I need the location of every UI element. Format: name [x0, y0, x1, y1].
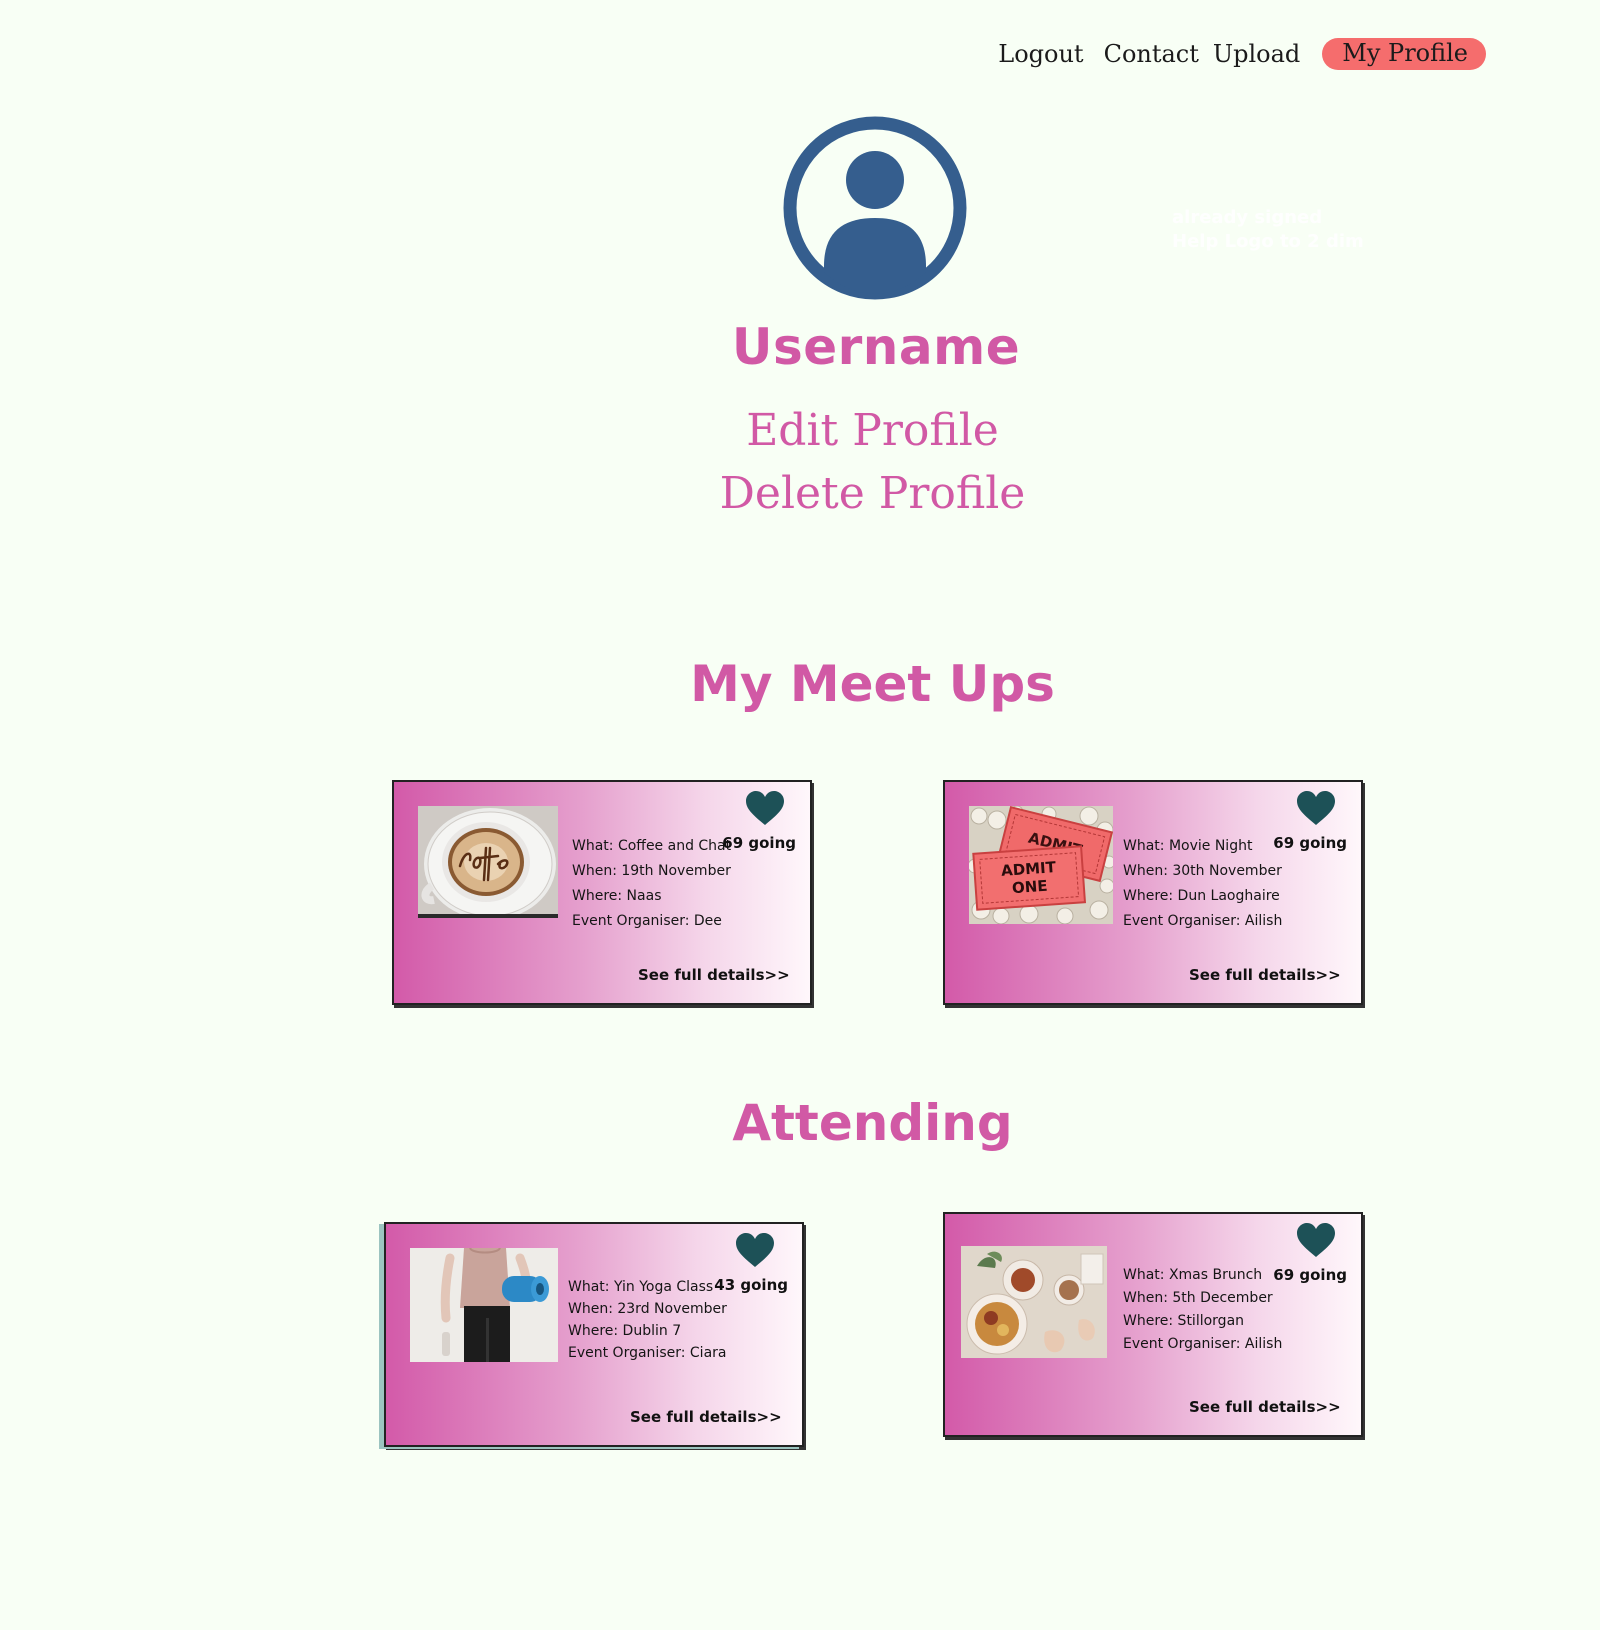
meetup-organiser: Event Organiser: Dee	[572, 913, 722, 929]
nav-upload-link[interactable]: Upload	[1213, 40, 1300, 68]
meetup-where: Where: Naas	[572, 888, 662, 904]
heart-icon[interactable]	[735, 1233, 775, 1269]
heart-icon[interactable]	[1296, 1223, 1336, 1259]
attending-where: Where: Stillorgan	[1123, 1313, 1245, 1329]
attending-organiser: Event Organiser: Ailish	[1123, 1336, 1283, 1352]
meetup-card[interactable]: ADMIT ADMIT ONE What: Movie Night When: …	[943, 780, 1363, 1005]
see-full-details-link[interactable]: See full details>>	[638, 966, 790, 984]
heart-icon[interactable]	[1296, 791, 1336, 827]
meetup-what: What: Coffee and Chat	[572, 838, 732, 854]
overlay-line-2: Help Logo to 2 dim	[1172, 231, 1364, 252]
attending-what: What: Xmas Brunch	[1123, 1267, 1263, 1283]
going-count: 69 going	[722, 834, 796, 852]
attending-organiser: Event Organiser: Ciara	[568, 1345, 727, 1361]
meetup-what: What: Movie Night	[1123, 838, 1253, 854]
see-full-details-link[interactable]: See full details>>	[1189, 1398, 1341, 1416]
attending-when: When: 23rd November	[568, 1301, 727, 1317]
nav-contact-link[interactable]: Contact	[1104, 40, 1199, 68]
meetup-when: When: 19th November	[572, 863, 731, 879]
attending-when: When: 5th December	[1123, 1290, 1273, 1306]
top-nav: Logout Contact Upload My Profile	[998, 38, 1486, 70]
nav-logout-link[interactable]: Logout	[998, 40, 1083, 68]
user-avatar-icon	[783, 116, 967, 300]
attending-where: Where: Dublin 7	[568, 1323, 682, 1339]
attending-heading: Attending	[732, 1094, 1013, 1152]
attending-card[interactable]: What: Yin Yoga Class When: 23rd November…	[384, 1222, 804, 1447]
attending-what: What: Yin Yoga Class	[568, 1279, 714, 1295]
attending-card[interactable]: What: Xmas Brunch When: 5th December Whe…	[943, 1212, 1363, 1437]
meetup-organiser: Event Organiser: Ailish	[1123, 913, 1283, 929]
admit-one-tickets-image: ADMIT ADMIT ONE	[969, 806, 1113, 924]
svg-text:ONE: ONE	[1011, 877, 1048, 897]
meetup-where: Where: Dun Laoghaire	[1123, 888, 1280, 904]
see-full-details-link[interactable]: See full details>>	[1189, 966, 1341, 984]
yoga-mat-image	[410, 1248, 558, 1362]
meetup-card[interactable]: What: Coffee and Chat When: 19th Novembe…	[392, 780, 812, 1005]
heart-icon[interactable]	[745, 791, 785, 827]
nav-my-profile-button[interactable]: My Profile	[1322, 38, 1486, 70]
brunch-table-image	[961, 1246, 1107, 1358]
hidden-overlay-text: already signed Help Logo to 2 dim	[1172, 206, 1364, 254]
see-full-details-link[interactable]: See full details>>	[630, 1408, 782, 1426]
attending-info: What: Xmas Brunch When: 5th December Whe…	[1123, 1264, 1282, 1356]
overlay-line-1: already signed	[1172, 207, 1323, 228]
going-count: 69 going	[1273, 834, 1347, 852]
going-count: 69 going	[1273, 1266, 1347, 1284]
delete-profile-link[interactable]: Delete Profile	[0, 468, 1600, 519]
coffee-cup-image	[418, 806, 558, 918]
attending-info: What: Yin Yoga Class When: 23rd November…	[568, 1276, 727, 1364]
meetup-info: What: Movie Night When: 30th November Wh…	[1123, 834, 1282, 934]
meetup-when: When: 30th November	[1123, 863, 1282, 879]
meetup-info: What: Coffee and Chat When: 19th Novembe…	[572, 834, 731, 934]
profile-username: Username	[731, 318, 1021, 376]
edit-profile-link[interactable]: Edit Profile	[0, 405, 1600, 456]
my-meetups-heading: My Meet Ups	[690, 655, 1055, 713]
going-count: 43 going	[714, 1276, 788, 1294]
